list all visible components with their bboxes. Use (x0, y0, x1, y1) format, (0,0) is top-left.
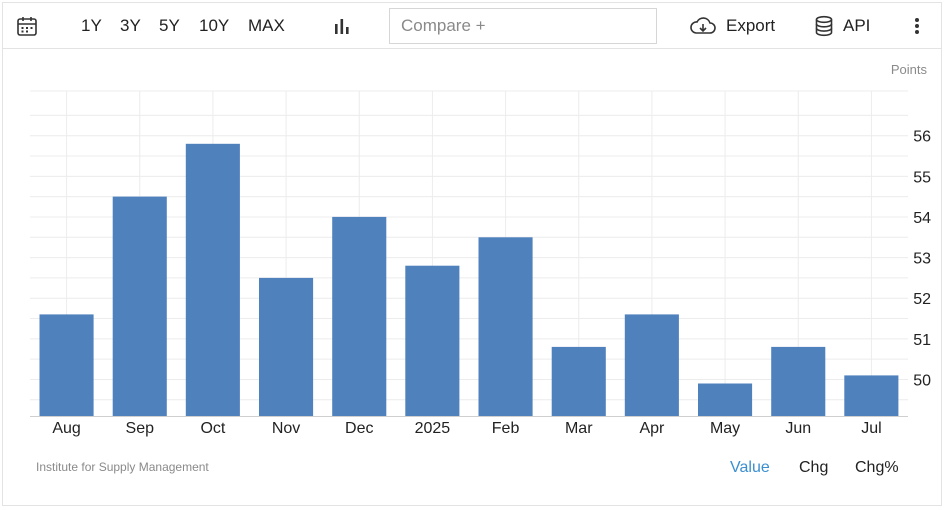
tab-chg[interactable]: Chg (799, 459, 828, 477)
x-tick-label: Aug (52, 420, 80, 437)
tab-chg-percent[interactable]: Chg% (855, 459, 899, 477)
source-label: Institute for Supply Management (36, 460, 209, 474)
bar-apr[interactable] (624, 314, 679, 416)
bar-jul[interactable] (844, 375, 899, 416)
y-tick-label: 52 (913, 291, 931, 308)
bar-2025[interactable] (405, 265, 460, 416)
bar-aug[interactable] (39, 314, 94, 416)
y-tick-label: 56 (913, 129, 931, 146)
bar-sep[interactable] (112, 196, 167, 416)
bar-nov[interactable] (259, 277, 314, 416)
bar-dec[interactable] (332, 216, 387, 416)
x-tick-label: Mar (565, 420, 593, 437)
tab-value[interactable]: Value (730, 459, 770, 477)
x-tick-label: Feb (492, 420, 520, 437)
x-tick-label: Dec (345, 420, 373, 437)
y-tick-label: 55 (913, 169, 931, 186)
x-tick-label: Oct (200, 420, 225, 437)
bar-may[interactable] (698, 383, 753, 417)
bar-oct[interactable] (185, 143, 240, 417)
bar-mar[interactable] (551, 346, 606, 416)
x-tick-label: Jul (861, 420, 881, 437)
y-tick-label: 50 (913, 372, 931, 389)
y-tick-label: 53 (913, 251, 931, 268)
x-tick-label: Nov (272, 420, 300, 437)
x-tick-label: Sep (126, 420, 155, 437)
bar-jun[interactable] (771, 346, 826, 416)
y-tick-label: 54 (913, 210, 931, 227)
y-tick-label: 51 (913, 332, 931, 349)
x-tick-label: 2025 (415, 420, 451, 437)
bar-chart: Aug Sep Oct Nov Dec 2025 Feb Mar Apr May Jun Jul 50 5… (30, 90, 931, 437)
x-tick-label: Jun (785, 420, 811, 437)
x-tick-label: Apr (639, 420, 665, 437)
x-tick-label: May (710, 420, 740, 437)
bar-series (39, 143, 899, 417)
bar-feb[interactable] (478, 237, 533, 416)
